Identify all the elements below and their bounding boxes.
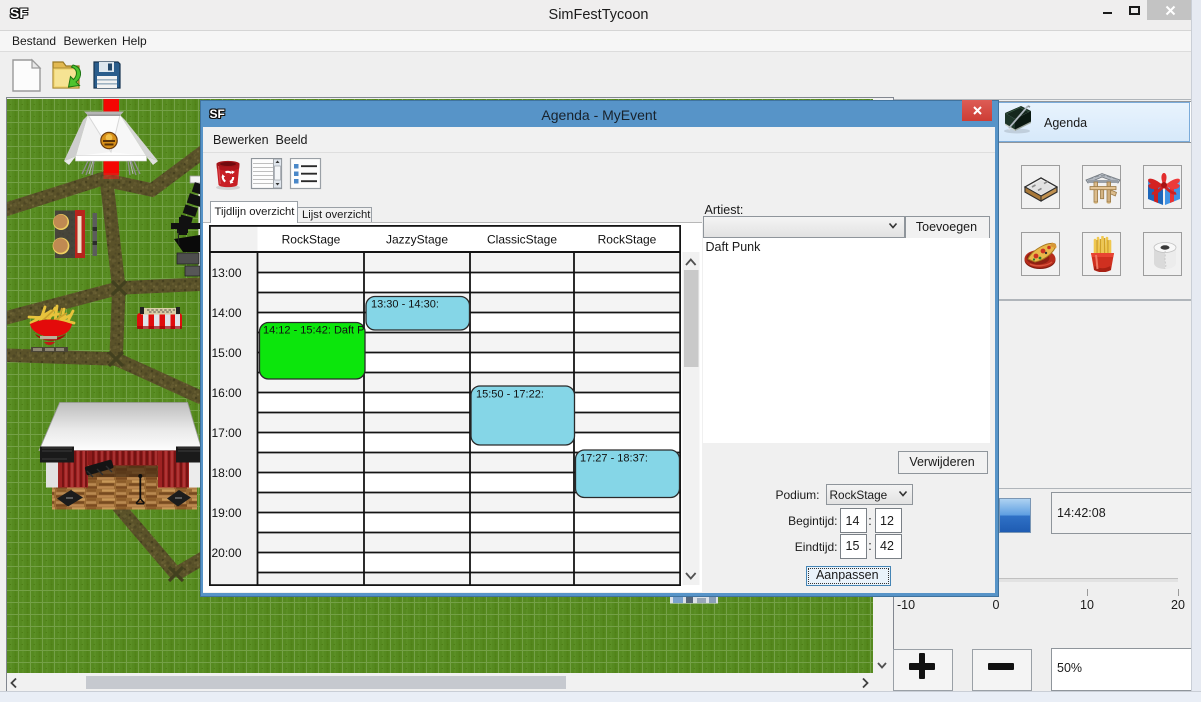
svg-text:14:12 - 15:42: Daft Pu: 14:12 - 15:42: Daft Pu	[263, 325, 371, 337]
svg-text:17:27 - 18:37:: 17:27 - 18:37:	[580, 453, 648, 465]
svg-text:14:00: 14:00	[212, 306, 242, 320]
svg-text:19:00: 19:00	[212, 506, 242, 520]
svg-text:RockStage: RockStage	[282, 233, 341, 247]
svg-text:15:00: 15:00	[212, 346, 242, 360]
svg-text:20:00: 20:00	[212, 546, 242, 560]
svg-text:13:30 - 14:30:: 13:30 - 14:30:	[371, 299, 439, 311]
svg-text:16:00: 16:00	[212, 386, 242, 400]
svg-text:ClassicStage: ClassicStage	[487, 233, 557, 247]
svg-text:JazzyStage: JazzyStage	[386, 233, 448, 247]
svg-text:18:00: 18:00	[212, 466, 242, 480]
svg-text:15:50 - 17:22:: 15:50 - 17:22:	[476, 389, 544, 401]
svg-text:13:00: 13:00	[212, 266, 242, 280]
svg-text:RockStage: RockStage	[598, 233, 657, 247]
svg-text:17:00: 17:00	[212, 426, 242, 440]
